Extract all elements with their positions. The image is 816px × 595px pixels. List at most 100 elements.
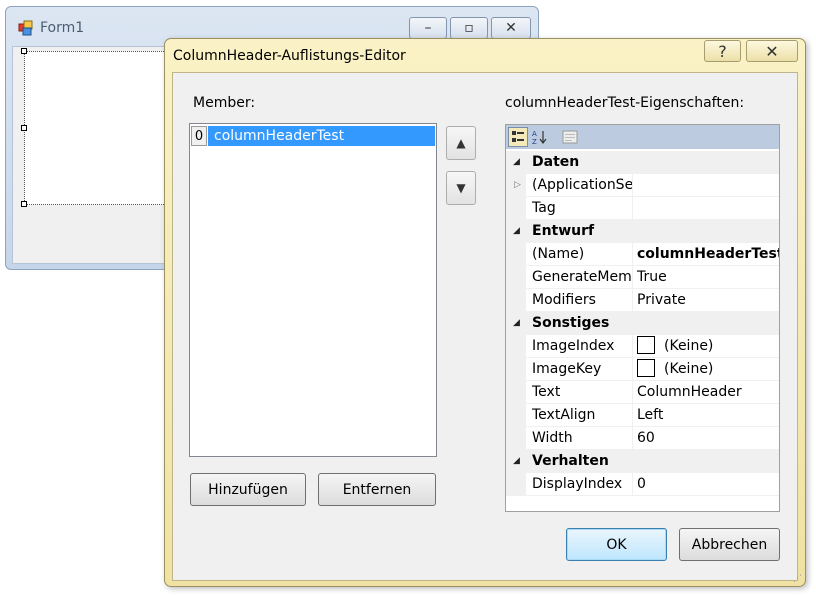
help-icon: ?	[718, 41, 727, 61]
listview-control[interactable]	[24, 51, 174, 205]
member-index: 0	[191, 126, 207, 146]
collapse-triangle-icon[interactable]: ◢	[513, 312, 520, 334]
close-icon: ✕	[765, 41, 779, 61]
resize-grip-icon[interactable]: ⋰	[793, 574, 802, 584]
alphabetical-icon[interactable]: AZ	[530, 127, 550, 147]
row-gutter	[506, 404, 526, 427]
property-name: ImageKey	[526, 358, 633, 381]
category-row[interactable]: ◢ Verhalten	[506, 450, 779, 473]
property-value[interactable]	[633, 174, 779, 197]
property-value[interactable]: ColumnHeader	[633, 381, 779, 404]
property-value[interactable]: 60	[633, 427, 779, 450]
resize-handle[interactable]	[21, 48, 27, 54]
property-name: TextAlign	[526, 404, 633, 427]
arrow-up-icon: ▲	[456, 136, 466, 150]
resize-handle[interactable]	[21, 125, 27, 131]
property-value-text: columnHeaderTest	[637, 246, 779, 262]
property-value[interactable]: (Keine)	[633, 335, 779, 358]
close-icon: ✕	[505, 20, 517, 36]
property-value-text: (Keine)	[664, 338, 714, 354]
property-row[interactable]: Tag	[506, 197, 779, 220]
property-name: Text	[526, 381, 633, 404]
property-row[interactable]: DisplayIndex 0	[506, 473, 779, 496]
remove-button[interactable]: Entfernen	[318, 473, 436, 506]
category-row[interactable]: ◢ Entwurf	[506, 220, 779, 243]
category-label: Sonstiges	[532, 315, 610, 331]
list-item[interactable]: columnHeaderTest	[208, 126, 435, 146]
property-value-text: 60	[637, 430, 655, 446]
members-list[interactable]	[189, 123, 437, 457]
row-gutter	[506, 197, 526, 220]
maximize-button[interactable]: ▫	[450, 17, 488, 39]
row-gutter	[506, 243, 526, 266]
resize-handle[interactable]	[21, 201, 27, 207]
category-label: Entwurf	[532, 223, 595, 239]
cancel-button[interactable]: Abbrechen	[679, 528, 780, 561]
move-up-button[interactable]: ▲	[446, 126, 476, 160]
property-row[interactable]: GenerateMemb True	[506, 266, 779, 289]
members-label: Member:	[193, 95, 256, 111]
svg-text:Z: Z	[532, 138, 537, 145]
category-label: Verhalten	[532, 453, 609, 469]
property-row[interactable]: ▷ (ApplicationSe	[506, 174, 779, 197]
property-value[interactable]: columnHeaderTest	[633, 243, 779, 266]
image-preview-swatch	[637, 359, 655, 377]
properties-label: columnHeaderTest-Eigenschaften:	[505, 95, 745, 111]
property-name: DisplayIndex	[526, 473, 633, 496]
dialog-close-button[interactable]: ✕	[746, 40, 798, 62]
image-preview-swatch	[637, 336, 655, 354]
collapse-triangle-icon[interactable]: ◢	[513, 450, 520, 472]
row-gutter	[506, 381, 526, 404]
property-value-text: ColumnHeader	[637, 384, 742, 400]
property-name: (ApplicationSe	[526, 174, 633, 197]
property-row[interactable]: Modifiers Private	[506, 289, 779, 312]
row-gutter	[506, 289, 526, 312]
property-row[interactable]: ImageKey (Keine)	[506, 358, 779, 381]
collapse-triangle-icon[interactable]: ◢	[513, 151, 520, 173]
row-gutter	[506, 335, 526, 358]
minimize-icon: –	[424, 20, 432, 36]
property-value[interactable]	[633, 197, 779, 220]
row-gutter	[506, 473, 526, 496]
property-value[interactable]: (Keine)	[633, 358, 779, 381]
property-name: Modifiers	[526, 289, 633, 312]
property-row[interactable]: (Name) columnHeaderTest	[506, 243, 779, 266]
row-gutter	[506, 266, 526, 289]
property-value-text: Private	[637, 292, 686, 308]
form1-close-button[interactable]: ✕	[491, 17, 531, 39]
property-value[interactable]: Private	[633, 289, 779, 312]
arrow-down-icon: ▼	[456, 181, 466, 195]
add-button[interactable]: Hinzufügen	[190, 473, 306, 506]
property-row[interactable]: ImageIndex (Keine)	[506, 335, 779, 358]
minimize-button[interactable]: –	[409, 17, 447, 39]
property-value[interactable]: True	[633, 266, 779, 289]
move-down-button[interactable]: ▼	[446, 171, 476, 205]
property-value-text: True	[637, 269, 667, 285]
ok-button[interactable]: OK	[566, 528, 667, 561]
row-gutter: ▷	[506, 174, 526, 197]
row-gutter	[506, 427, 526, 450]
property-pages-icon[interactable]	[560, 127, 580, 147]
row-gutter	[506, 358, 526, 381]
dialog-title: ColumnHeader-Auflistungs-Editor	[173, 48, 406, 64]
property-value-text: (Keine)	[664, 361, 714, 377]
property-row[interactable]: TextAlign Left	[506, 404, 779, 427]
property-value[interactable]: Left	[633, 404, 779, 427]
category-row[interactable]: ◢ Sonstiges	[506, 312, 779, 335]
form1-title: Form1	[40, 20, 85, 36]
property-row[interactable]: Text ColumnHeader	[506, 381, 779, 404]
property-value-text: 0	[637, 476, 646, 492]
property-row[interactable]: Width 60	[506, 427, 779, 450]
expand-icon[interactable]: ▷	[514, 174, 521, 196]
categorized-icon[interactable]	[508, 127, 528, 147]
property-value[interactable]: 0	[633, 473, 779, 496]
property-name: ImageIndex	[526, 335, 633, 358]
collapse-triangle-icon[interactable]: ◢	[513, 220, 520, 242]
property-value-text: Left	[637, 407, 664, 423]
property-name: Width	[526, 427, 633, 450]
form-app-icon	[18, 20, 34, 36]
svg-text:A: A	[532, 130, 537, 138]
property-name: Tag	[526, 197, 633, 220]
category-row[interactable]: ◢ Daten	[506, 151, 779, 174]
help-button[interactable]: ?	[704, 40, 741, 62]
